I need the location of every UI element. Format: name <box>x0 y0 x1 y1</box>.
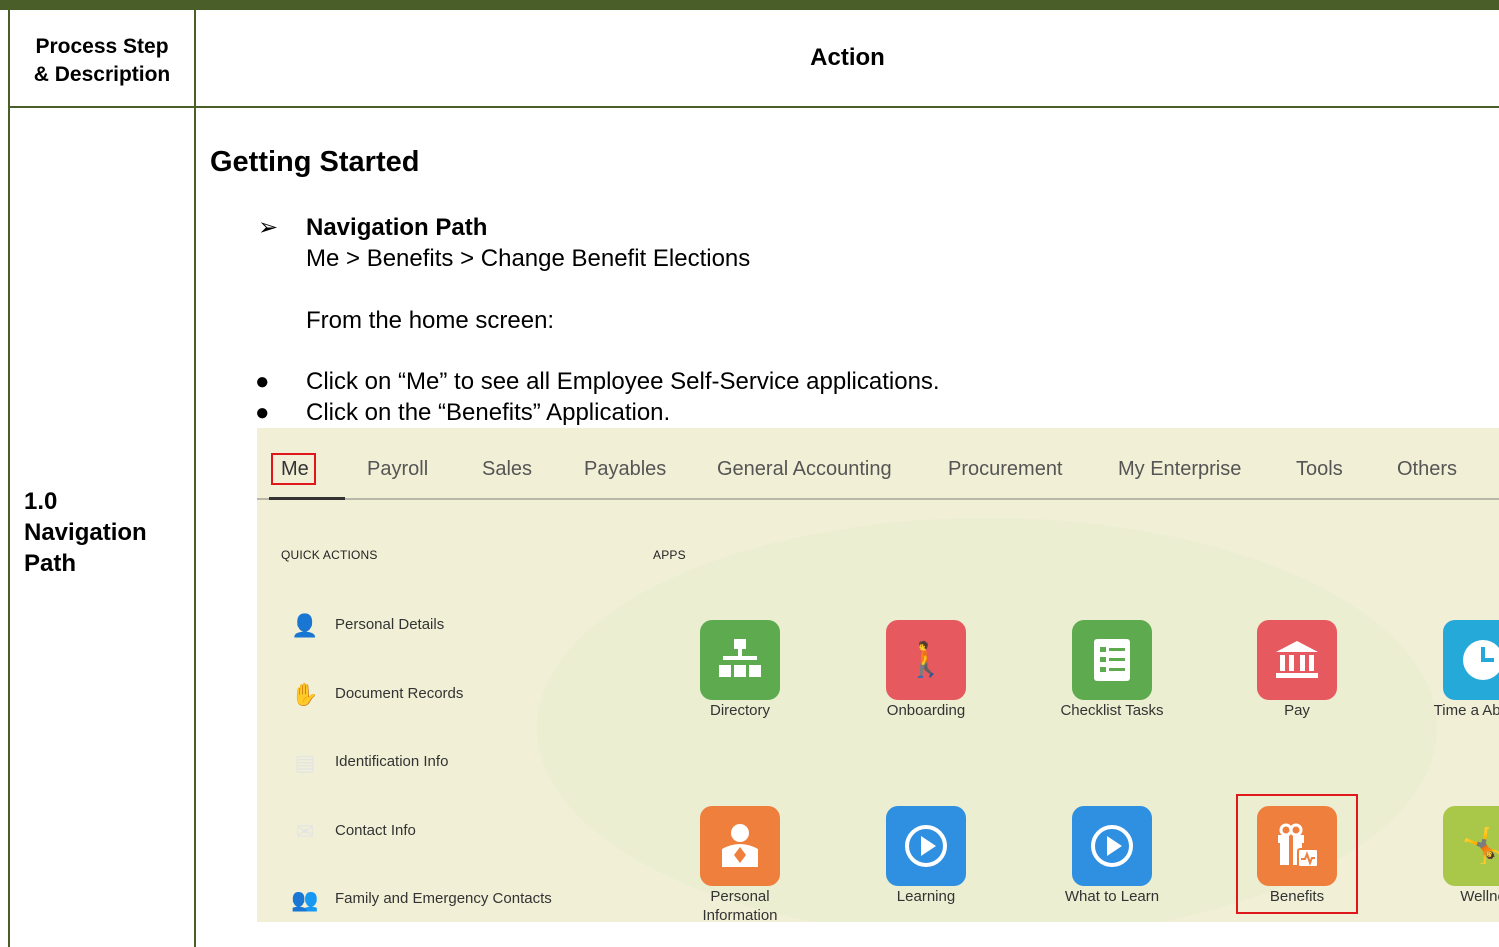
header-process-step: Process Step & Description <box>33 35 171 86</box>
people-walking-icon: 🚶 <box>886 620 966 700</box>
tab-bar-underline <box>257 498 1499 500</box>
highlight-box-benefits <box>1236 794 1358 914</box>
nav-path-heading: ➢ Navigation Path <box>258 214 488 241</box>
bullet-icon: ● <box>255 399 270 426</box>
play-icon <box>1072 806 1152 886</box>
clock-icon <box>1443 620 1499 700</box>
table-left-border <box>8 10 10 947</box>
tab-payroll[interactable]: Payroll <box>367 458 428 481</box>
play-icon <box>886 806 966 886</box>
hand-document-icon: ✋ <box>291 682 319 707</box>
table-column-divider <box>194 10 196 947</box>
tab-sales[interactable]: Sales <box>482 458 532 481</box>
tab-tools[interactable]: Tools <box>1296 458 1343 481</box>
step-label: 1.0 Navigation Path <box>24 488 147 577</box>
family-icon: 👥 <box>291 887 319 912</box>
header-divider <box>8 106 1499 108</box>
quick-action-identification-info[interactable]: ▤ Identification Info <box>291 749 591 779</box>
app-personal-information[interactable]: Personal Information <box>685 806 795 922</box>
org-chart-icon <box>700 620 780 700</box>
home-screen-screenshot: Me Payroll Sales Payables General Accoun… <box>257 428 1499 922</box>
tab-others[interactable]: Others <box>1397 458 1457 481</box>
intro-text: From the home screen: <box>306 307 555 334</box>
quick-actions-label: QUICK ACTIONS <box>281 548 378 562</box>
quick-action-contact-info[interactable]: ✉ Contact Info <box>291 818 591 848</box>
app-onboarding[interactable]: 🚶 Onboarding <box>871 620 981 720</box>
bullet-item: ● Click on the “Benefits” Application. <box>255 399 671 426</box>
app-learning[interactable]: Learning <box>871 806 981 906</box>
envelope-icon: ✉ <box>295 819 315 844</box>
tab-selected-indicator <box>269 497 345 500</box>
arrow-bullet-icon: ➢ <box>258 214 279 241</box>
apps-label: APPS <box>653 548 686 562</box>
highlight-box-me <box>271 453 316 485</box>
quick-action-document-records[interactable]: ✋ Document Records <box>291 681 591 711</box>
app-time-absence[interactable]: Time a Absenc <box>1428 620 1499 720</box>
bank-icon <box>1257 620 1337 700</box>
app-wellness[interactable]: 🤸 Wellne <box>1428 806 1499 906</box>
person-icon: 👤 <box>291 613 319 638</box>
bullet-icon: ● <box>255 368 270 395</box>
bullet-item: ● Click on “Me” to see all Employee Self-… <box>255 368 940 395</box>
id-document-icon: ▤ <box>294 750 316 775</box>
quick-action-personal-details[interactable]: 👤 Personal Details <box>291 612 591 642</box>
tab-my-enterprise[interactable]: My Enterprise <box>1118 458 1241 481</box>
app-pay[interactable]: Pay <box>1242 620 1352 720</box>
person-icon <box>700 806 780 886</box>
quick-action-family-contacts[interactable]: 👥 Family and Emergency Contacts <box>291 886 591 916</box>
table-top-border <box>0 0 1499 10</box>
app-directory[interactable]: Directory <box>685 620 795 720</box>
checklist-icon <box>1072 620 1152 700</box>
header-action: Action <box>810 44 885 71</box>
section-heading: Getting Started <box>210 146 420 178</box>
app-checklist-tasks[interactable]: Checklist Tasks <box>1057 620 1167 720</box>
nav-path-text: Me > Benefits > Change Benefit Elections <box>306 245 751 272</box>
wellness-icon: 🤸 <box>1443 806 1499 886</box>
tab-payables[interactable]: Payables <box>584 458 666 481</box>
tab-general-accounting[interactable]: General Accounting <box>717 458 892 481</box>
app-what-to-learn[interactable]: What to Learn <box>1057 806 1167 906</box>
tab-procurement[interactable]: Procurement <box>948 458 1063 481</box>
